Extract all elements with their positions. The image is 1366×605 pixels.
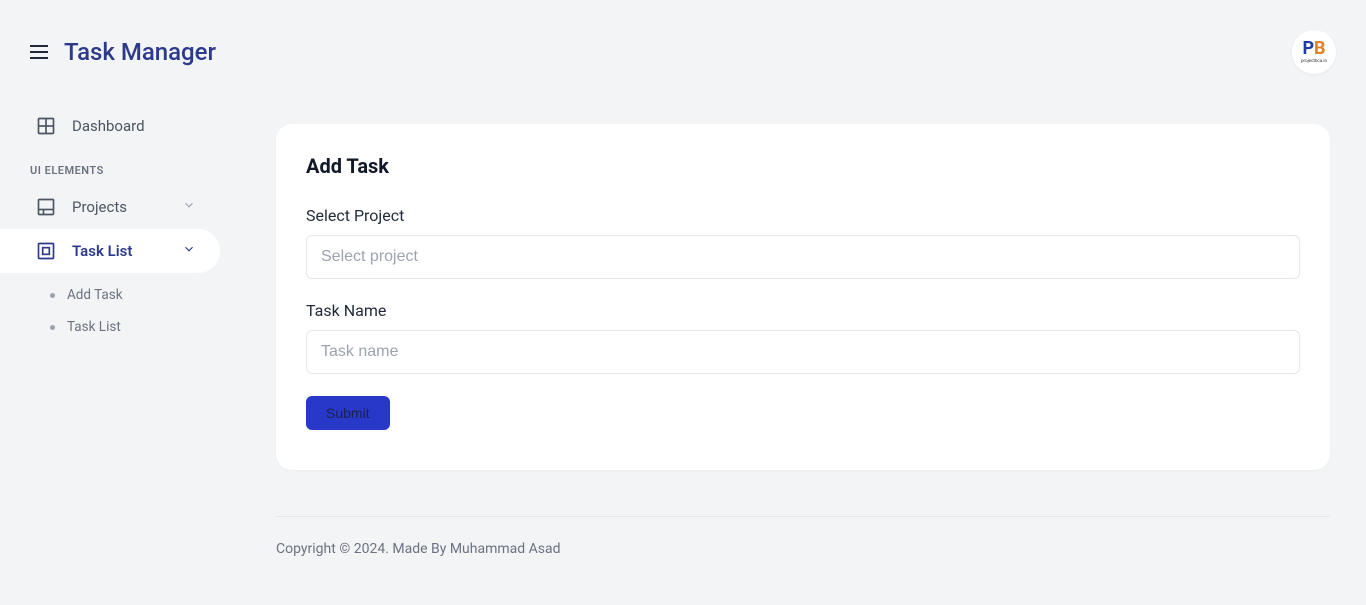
bullet-icon [50,325,55,330]
sidebar-item-dashboard[interactable]: Dashboard [0,104,220,148]
select-project-input[interactable] [306,235,1300,279]
logo-b: B [1314,38,1326,59]
logo-text: PB [1302,40,1325,58]
form-group-project: Select Project [306,206,1300,279]
footer-divider [276,516,1330,517]
label-task-name: Task Name [306,301,1300,320]
chevron-down-icon [182,198,196,216]
sidebar-item-task-list[interactable]: Task List [0,229,220,273]
chevron-down-icon [182,242,196,260]
footer-text: Copyright © 2024. Made By Muhammad Asad [276,541,1330,557]
bullet-icon [50,293,55,298]
sidebar-item-label: Task List [72,242,132,260]
logo-p: P [1302,38,1314,59]
sub-item-add-task[interactable]: Add Task [0,279,220,311]
logo-subtext: projectbca.in [1301,59,1327,64]
grid-icon [36,116,56,136]
projects-icon [36,197,56,217]
sidebar: Dashboard UI ELEMENTS Projects [0,94,220,577]
sub-item-label: Task List [67,319,121,335]
sub-item-task-list[interactable]: Task List [0,311,220,343]
main-content: Add Task Select Project Task Name Submit… [220,94,1366,577]
form-group-task: Task Name [306,301,1300,374]
sidebar-item-label: Dashboard [72,117,145,135]
card-title: Add Task [306,154,1300,178]
card-add-task: Add Task Select Project Task Name Submit [276,124,1330,470]
logo[interactable]: PB projectbca.in [1292,30,1336,74]
sub-item-label: Add Task [67,287,123,303]
header-left: Task Manager [30,38,216,66]
hamburger-icon[interactable] [30,45,48,59]
task-name-input[interactable] [306,330,1300,374]
sub-items: Add Task Task List [0,273,220,353]
label-select-project: Select Project [306,206,1300,225]
header: Task Manager PB projectbca.in [0,0,1366,94]
submit-button[interactable]: Submit [306,396,390,430]
sidebar-item-label: Projects [72,198,127,216]
app-title: Task Manager [64,38,216,66]
sidebar-section-ui: UI ELEMENTS [0,148,220,185]
task-list-icon [36,241,56,261]
layout: Dashboard UI ELEMENTS Projects [0,94,1366,577]
sidebar-item-projects[interactable]: Projects [0,185,220,229]
